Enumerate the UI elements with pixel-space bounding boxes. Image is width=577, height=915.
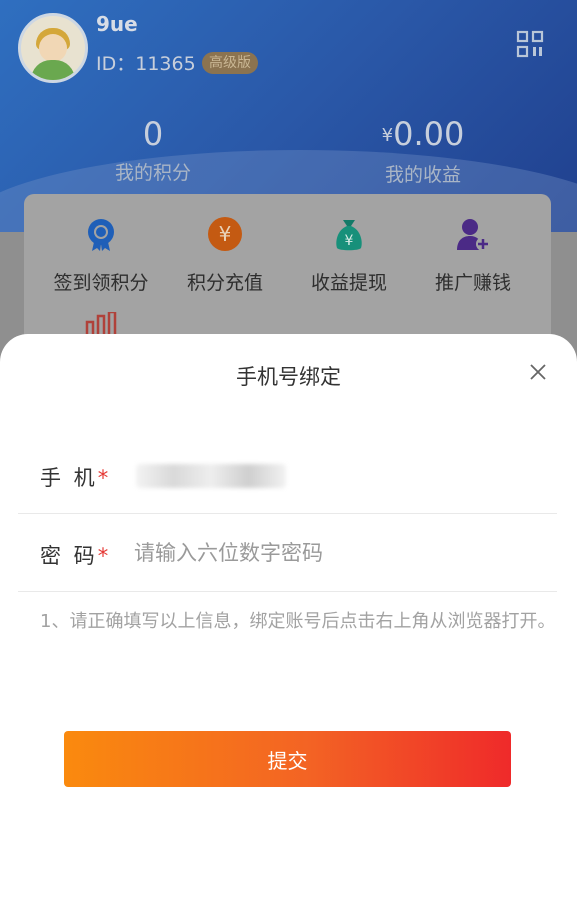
level-badge: 高级版 <box>202 52 258 74</box>
username: 9ue <box>96 12 138 36</box>
points-value: 0 <box>142 115 164 153</box>
svg-text:¥: ¥ <box>345 233 354 249</box>
add-user-icon <box>457 219 490 251</box>
password-input[interactable] <box>134 534 534 572</box>
points-label: 我的积分 <box>114 162 191 184</box>
menu-item-recharge[interactable]: ¥ 积分充值 <box>160 216 290 295</box>
password-row: 密 码* <box>18 516 557 592</box>
user-id: ID：11365 <box>96 53 196 75</box>
yen-coin-icon: ¥ <box>208 217 242 251</box>
menu-item-label: 收益提现 <box>310 272 387 294</box>
earnings-value: 0.00 <box>393 115 465 153</box>
sheet-title: 手机号绑定 <box>236 365 341 389</box>
currency-symbol: ¥ <box>381 125 394 146</box>
points-stat[interactable]: 0 我的积分 <box>92 116 214 185</box>
menu-item-label: 推广赚钱 <box>434 272 511 294</box>
menu-item-label: 积分充值 <box>186 272 263 294</box>
menu-item-withdraw[interactable]: ¥ 收益提现 <box>284 216 414 295</box>
menu-item-checkin[interactable]: 签到领积分 <box>36 216 166 295</box>
password-label: 密 码* <box>40 544 112 568</box>
menu-item-label: 签到领积分 <box>53 272 149 294</box>
required-mark: * <box>97 466 112 490</box>
phone-row: 手 机* <box>18 438 557 514</box>
bar-chart-icon[interactable] <box>84 312 120 336</box>
required-mark: * <box>97 544 112 568</box>
qr-code-icon[interactable] <box>516 30 544 58</box>
close-icon[interactable] <box>526 360 550 384</box>
money-bag-icon: ¥ <box>336 220 362 251</box>
phone-input[interactable] <box>134 456 534 494</box>
svg-text:¥: ¥ <box>219 222 232 246</box>
earnings-label: 我的收益 <box>384 164 461 186</box>
award-badge-icon <box>88 219 114 251</box>
menu-item-promote[interactable]: 推广赚钱 <box>408 216 538 295</box>
submit-button[interactable]: 提交 <box>64 731 511 787</box>
earnings-stat[interactable]: ¥0.00 我的收益 <box>368 116 478 187</box>
bind-phone-sheet: 手机号绑定 手 机* 密 码* 1、请正确填写以上信息，绑定账号后点击右上角从浏… <box>0 334 577 915</box>
hint-text: 1、请正确填写以上信息，绑定账号后点击右上角从浏览器打开。 <box>40 611 556 632</box>
avatar[interactable] <box>18 13 88 83</box>
phone-label: 手 机* <box>40 466 112 490</box>
